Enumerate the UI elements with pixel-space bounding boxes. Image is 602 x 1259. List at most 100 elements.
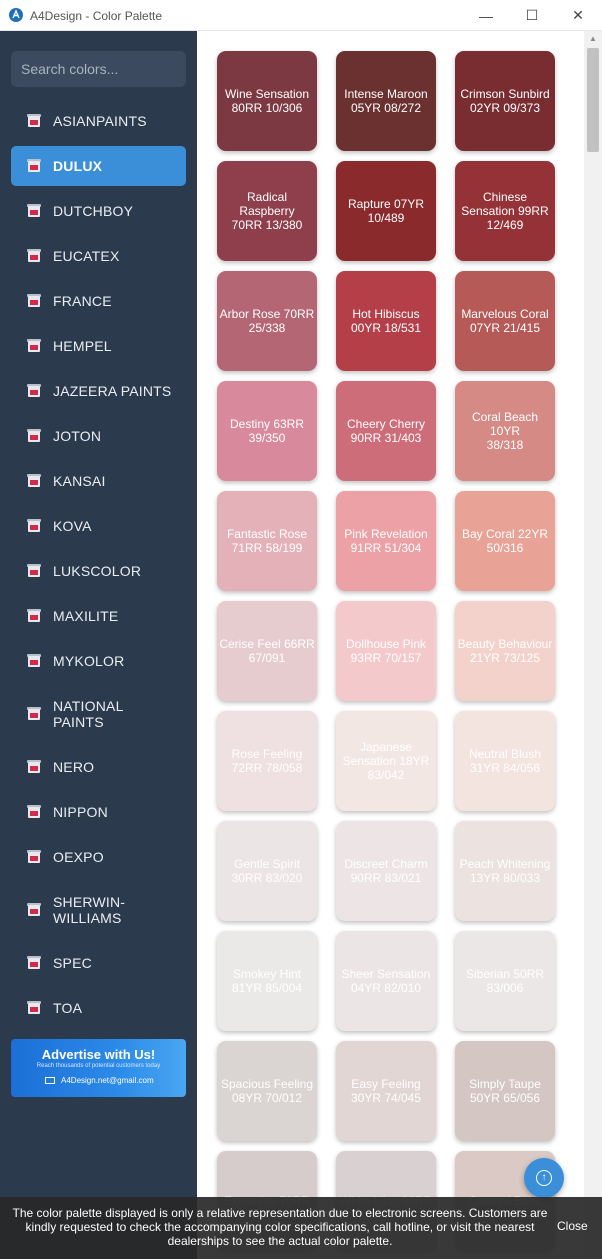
swatch-label: Radical Raspberry 70RR 13/380 (231, 190, 303, 232)
brand-item-france[interactable]: FRANCE (11, 281, 186, 321)
brand-label: NERO (53, 759, 95, 775)
color-swatch[interactable]: Japanese Sensation 18YR 83/042 (336, 711, 436, 811)
search-input[interactable]: Search colors... (11, 51, 186, 87)
paint-can-icon (27, 564, 41, 578)
color-swatch[interactable]: Siberian 50RR 83/006 (455, 931, 555, 1031)
scroll-to-top-button[interactable]: ↑ (524, 1158, 564, 1198)
brand-item-oexpo[interactable]: OEXPO (11, 837, 186, 877)
color-swatch[interactable]: Destiny 63RR 39/350 (217, 381, 317, 481)
brand-item-lukscolor[interactable]: LUKSCOLOR (11, 551, 186, 591)
main-content: Wine Sensation 80RR 10/306 Intense Maroon 0… (197, 31, 602, 1259)
color-swatch[interactable]: Crimson Sunbird 02YR 09/373 (455, 51, 555, 151)
brand-item-sherwin-williams[interactable]: SHERWIN- WILLIAMS (11, 882, 186, 938)
paint-can-icon (27, 707, 41, 721)
color-swatch[interactable]: Sheer Sensation 04YR 82/010 (336, 931, 436, 1031)
brand-item-spec[interactable]: SPEC (11, 943, 186, 983)
color-swatch[interactable]: Simply Taupe 50YR 65/056 (455, 1041, 555, 1141)
brand-label: NATIONAL PAINTS (53, 698, 124, 730)
brand-item-jazeera-paints[interactable]: JAZEERA PAINTS (11, 371, 186, 411)
brand-label: MYKOLOR (53, 653, 125, 669)
window-title: A4Design - Color Palette (30, 9, 163, 23)
swatch-label: Discreet Charm 90RR 83/021 (344, 857, 428, 885)
color-swatch[interactable]: Bay Coral 22YR 50/316 (455, 491, 555, 591)
scrollbar[interactable]: ▲ (584, 31, 602, 1259)
paint-can-icon (27, 850, 41, 864)
swatch-label: Sheer Sensation 04YR 82/010 (341, 967, 431, 995)
brand-item-kansai[interactable]: KANSAI (11, 461, 186, 501)
swatch-label: Chinese Sensation 99RR 12/469 (461, 190, 549, 232)
swatch-label: Beauty Behaviour 21YR 73/125 (457, 637, 553, 665)
brand-label: JOTON (53, 428, 102, 444)
brand-item-maxilite[interactable]: MAXILITE (11, 596, 186, 636)
brand-label: KOVA (53, 518, 92, 534)
color-swatch[interactable]: Spacious Feeling 08YR 70/012 (217, 1041, 317, 1141)
minimize-button[interactable]: — (463, 0, 509, 31)
color-swatch[interactable]: Fantastic Rose 71RR 58/199 (217, 491, 317, 591)
disclaimer-bar: The color palette displayed is only a re… (0, 1197, 602, 1259)
swatch-label: Coral Beach 10YR 38/318 (471, 410, 539, 452)
brand-item-nero[interactable]: NERO (11, 747, 186, 787)
brand-item-nippon[interactable]: NIPPON (11, 792, 186, 832)
brand-item-eucatex[interactable]: EUCATEX (11, 236, 186, 276)
brand-label: HEMPEL (53, 338, 112, 354)
color-swatch[interactable]: Chinese Sensation 99RR 12/469 (455, 161, 555, 261)
color-swatch[interactable]: Rapture 07YR 10/489 (336, 161, 436, 261)
swatch-label: Destiny 63RR 39/350 (229, 417, 305, 445)
brand-label: JAZEERA PAINTS (53, 383, 172, 399)
color-swatch[interactable]: Arbor Rose 70RR 25/338 (217, 271, 317, 371)
swatch-label: Wine Sensation 80RR 10/306 (224, 87, 310, 115)
color-swatch[interactable]: Hot Hibiscus 00YR 18/531 (336, 271, 436, 371)
brand-label: MAXILITE (53, 608, 119, 624)
brand-item-national-paints[interactable]: NATIONAL PAINTS (11, 686, 186, 742)
color-swatch[interactable]: Coral Beach 10YR 38/318 (455, 381, 555, 481)
swatch-label: Neutral Blush 31YR 84/056 (468, 747, 542, 775)
swatch-label: Siberian 50RR 83/006 (465, 967, 545, 995)
brand-item-kova[interactable]: KOVA (11, 506, 186, 546)
paint-can-icon (27, 519, 41, 533)
color-swatch[interactable]: Peach Whitening 13YR 80/033 (455, 821, 555, 921)
paint-can-icon (27, 1001, 41, 1015)
color-swatch[interactable]: Neutral Blush 31YR 84/056 (455, 711, 555, 811)
brand-item-asianpaints[interactable]: ASIANPAINTS (11, 101, 186, 141)
color-swatch[interactable]: Intense Maroon 05YR 08/272 (336, 51, 436, 151)
swatch-label: Arbor Rose 70RR 25/338 (219, 307, 315, 335)
color-swatch[interactable]: Smokey Hint 81YR 85/004 (217, 931, 317, 1031)
brand-item-joton[interactable]: JOTON (11, 416, 186, 456)
color-swatch[interactable]: Dollhouse Pink 93RR 70/157 (336, 601, 436, 701)
color-swatch[interactable]: Discreet Charm 90RR 83/021 (336, 821, 436, 921)
brand-label: NIPPON (53, 804, 108, 820)
close-window-button[interactable]: ✕ (555, 0, 601, 31)
ad-title: Advertise with Us! (41, 1047, 156, 1062)
ad-subtitle: Reach thousands of potential customers t… (36, 1063, 161, 1069)
brand-label: SHERWIN- WILLIAMS (53, 894, 126, 926)
disclaimer-close-button[interactable]: Close (557, 1219, 588, 1233)
color-swatch[interactable]: Easy Feeling 30YR 74/045 (336, 1041, 436, 1141)
color-swatch[interactable]: Gentle Spirit 30RR 83/020 (217, 821, 317, 921)
brand-item-toa[interactable]: TOA (11, 988, 186, 1028)
brand-item-dutchboy[interactable]: DUTCHBOY (11, 191, 186, 231)
color-swatch[interactable]: Wine Sensation 80RR 10/306 (217, 51, 317, 151)
scroll-thumb[interactable] (587, 48, 599, 152)
brand-item-hempel[interactable]: HEMPEL (11, 326, 186, 366)
paint-can-icon (27, 294, 41, 308)
brand-label: SPEC (53, 955, 92, 971)
color-swatch[interactable]: Cerise Feel 66RR 67/091 (217, 601, 317, 701)
paint-can-icon (27, 114, 41, 128)
advertise-banner[interactable]: Advertise with Us! Reach thousands of po… (11, 1039, 186, 1097)
brand-item-dulux[interactable]: DULUX (11, 146, 186, 186)
color-swatch[interactable]: Pink Revelation 91RR 51/304 (336, 491, 436, 591)
paint-can-icon (27, 204, 41, 218)
color-swatch[interactable]: Beauty Behaviour 21YR 73/125 (455, 601, 555, 701)
brand-label: TOA (53, 1000, 83, 1016)
color-swatch[interactable]: Radical Raspberry 70RR 13/380 (217, 161, 317, 261)
maximize-button[interactable]: ☐ (509, 0, 555, 31)
disclaimer-text: The color palette displayed is only a re… (12, 1206, 548, 1248)
scroll-up-arrow-icon[interactable]: ▲ (584, 31, 602, 47)
swatch-label: Intense Maroon 05YR 08/272 (344, 87, 428, 115)
swatch-label: Smokey Hint 81YR 85/004 (231, 967, 303, 995)
swatch-label: Hot Hibiscus 00YR 18/531 (350, 307, 422, 335)
color-swatch[interactable]: Marvelous Coral 07YR 21/415 (455, 271, 555, 371)
brand-item-mykolor[interactable]: MYKOLOR (11, 641, 186, 681)
color-swatch[interactable]: Cheery Cherry 90RR 31/403 (336, 381, 436, 481)
color-swatch[interactable]: Rose Feeling 72RR 78/058 (217, 711, 317, 811)
